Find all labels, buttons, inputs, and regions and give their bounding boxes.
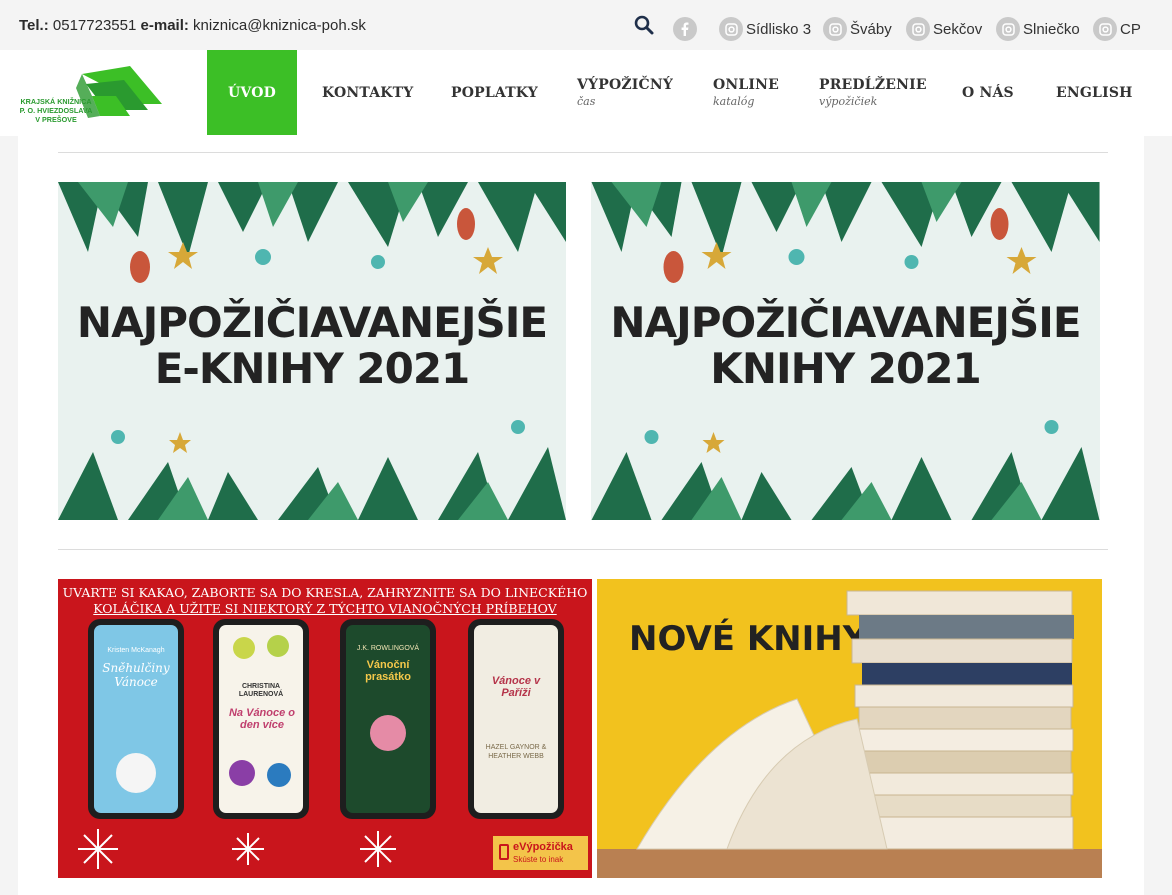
banner-christmas-stories[interactable]: UVARTE SI KAKAO, ZABORTE SA DO KRESLA, Z… xyxy=(58,579,592,878)
nav-o-nas[interactable]: O NÁS xyxy=(962,50,1014,135)
search-icon[interactable] xyxy=(633,14,655,36)
instagram-icon xyxy=(1093,17,1117,41)
facebook-link[interactable] xyxy=(673,16,700,42)
social-label: Sekčov xyxy=(933,20,983,38)
social-label: Slniečko xyxy=(1023,20,1080,38)
ebook-phone-3: J.K. ROWLINGOVÁ Vánoční prasátko xyxy=(340,619,436,819)
banner-title: NAJPOŽIČIAVANEJŠIE E-KNIHY 2021 xyxy=(76,298,548,393)
instagram-link-svaby[interactable]: Šváby xyxy=(823,16,892,42)
instagram-icon xyxy=(719,17,743,41)
ebook-phone-2: CHRISTINA LAURENOVÁ Na Vánoce o den více xyxy=(213,619,309,819)
book-stack-icon xyxy=(597,590,1102,878)
nav-uvod[interactable]: ÚVOD xyxy=(207,50,297,135)
ebook-phone-4: Vánoce v Paříži HAZEL GAYNOR & HEATHER W… xyxy=(468,619,564,819)
logo-text: KRAJSKÁ KNIŽNICA P. O. HVIEZDOSLAVA V PR… xyxy=(19,97,93,124)
nav-online-katalog[interactable]: ONLINE katalóg xyxy=(713,50,779,135)
snowflake-decoration-icon xyxy=(78,829,396,869)
social-label: Sídlisko 3 xyxy=(746,20,812,38)
banner-caption: UVARTE SI KAKAO, ZABORTE SA DO KRESLA, Z… xyxy=(62,585,588,616)
nav-predlzenie[interactable]: PREDĹŽENIE výpožičiek xyxy=(819,50,927,135)
nav-english[interactable]: ENGLISH xyxy=(1056,50,1133,135)
page: Tel.: 0517723551 e-mail: kniznica@knizni… xyxy=(0,0,1172,895)
divider xyxy=(58,152,1108,153)
instagram-link-slniecko[interactable]: Slniečko xyxy=(996,16,1080,42)
divider xyxy=(58,549,1108,550)
nav-kontakty[interactable]: KONTAKTY xyxy=(322,50,413,135)
banner-nove-knihy[interactable]: NOVÉ KNIHY xyxy=(597,579,1102,878)
instagram-link-sekcov[interactable]: Sekčov xyxy=(906,16,982,42)
instagram-icon xyxy=(823,17,847,41)
nav-poplatky[interactable]: POPLATKY xyxy=(451,50,538,135)
instagram-link-sidlisko[interactable]: Sídlisko 3 xyxy=(719,16,811,42)
phone-icon xyxy=(499,844,509,860)
tel-value[interactable]: 0517723551 xyxy=(53,17,136,34)
tel-label: Tel.: xyxy=(19,17,49,34)
site-header: KRAJSKÁ KNIŽNICA P. O. HVIEZDOSLAVA V PR… xyxy=(0,50,1172,136)
ebook-phone-1: Kristen McKanagh Sněhulčiny Vánoce xyxy=(88,619,184,819)
instagram-icon xyxy=(906,17,930,41)
main-content: NAJPOŽIČIAVANEJŠIE E-KNIHY 2021 NAJPOŽIČ… xyxy=(18,136,1144,895)
banner-title: NAJPOŽIČIAVANEJŠIE KNIHY 2021 xyxy=(610,298,1081,393)
instagram-link-cp[interactable]: CP xyxy=(1093,16,1141,42)
instagram-icon xyxy=(996,17,1020,41)
library-logo[interactable]: KRAJSKÁ KNIŽNICA P. O. HVIEZDOSLAVA V PR… xyxy=(12,60,172,132)
nav-vypozicny-cas[interactable]: VÝPOŽIČNÝ čas xyxy=(577,50,673,135)
top-bar: Tel.: 0517723551 e-mail: kniznica@knizni… xyxy=(0,0,1172,50)
email-label: e-mail: xyxy=(140,17,189,34)
facebook-icon xyxy=(673,17,697,41)
email-value[interactable]: kniznica@kniznica-poh.sk xyxy=(193,17,366,34)
social-label: CP xyxy=(1120,20,1141,38)
contact-info: Tel.: 0517723551 e-mail: kniznica@knizni… xyxy=(19,17,366,34)
social-label: Šváby xyxy=(850,20,892,38)
evypozicka-badge: eVýpožička Skúste to inak xyxy=(493,836,588,870)
banner-ebooks-2021[interactable]: NAJPOŽIČIAVANEJŠIE E-KNIHY 2021 xyxy=(58,182,566,520)
banner-books-2021[interactable]: NAJPOŽIČIAVANEJŠIE KNIHY 2021 xyxy=(591,182,1100,520)
